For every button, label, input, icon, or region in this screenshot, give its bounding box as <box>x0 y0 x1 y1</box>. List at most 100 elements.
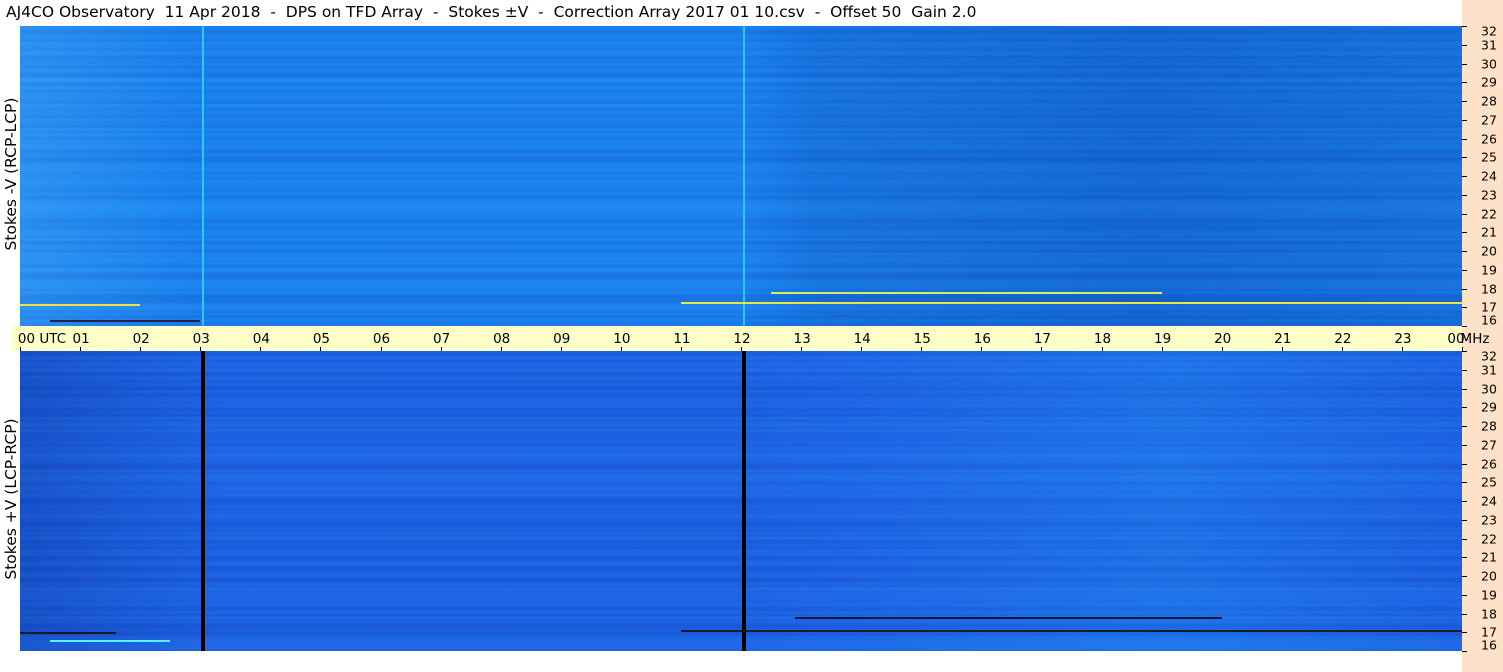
frequency-tick <box>1462 307 1467 309</box>
frequency-tick <box>1462 119 1467 121</box>
frequency-tick-label: 30 <box>1481 381 1497 396</box>
frequency-tick-label: 18 <box>1481 281 1497 296</box>
frequency-tick-label: 21 <box>1481 224 1497 240</box>
utc-tick-label: 02 <box>132 331 150 347</box>
frequency-tick-label: 20 <box>1481 243 1497 259</box>
signal-streak <box>771 292 1162 295</box>
utc-tick-label: 12 <box>733 331 751 347</box>
frequency-tick <box>1462 613 1467 615</box>
signal-streak <box>795 617 1222 620</box>
frequency-tick-label: 18 <box>1481 606 1497 621</box>
utc-tick-label: 11 <box>673 331 691 347</box>
frequency-tick-label: 25 <box>1481 149 1497 165</box>
time-marker-line <box>201 351 206 651</box>
frequency-tick-label: 28 <box>1481 93 1497 109</box>
signal-streak <box>20 303 141 306</box>
utc-tick-label: 17 <box>1033 331 1051 347</box>
utc-tick-label: 13 <box>793 331 811 347</box>
frequency-tick <box>1462 269 1467 271</box>
frequency-tick <box>1462 482 1467 484</box>
frequency-tick-label: 20 <box>1481 568 1497 584</box>
frequency-tick <box>1462 82 1467 84</box>
utc-time-axis: 00 UTC 01 02 03 04 05 06 07 08 09 10 11 12 13 14 15 16 17… <box>12 326 1489 351</box>
utc-tick-label: 14 <box>853 331 871 347</box>
frequency-tick-label: 32 <box>1481 23 1497 39</box>
utc-tick-label: 19 <box>1153 331 1172 347</box>
frequency-tick-label: 25 <box>1481 474 1497 490</box>
frequency-tick-label: 26 <box>1481 456 1497 471</box>
frequency-tick-label: 21 <box>1481 549 1497 565</box>
stokes-minus-v-spectrogram <box>20 26 1462 326</box>
frequency-tick <box>1462 232 1467 234</box>
frequency-tick <box>1462 194 1467 196</box>
frequency-tick <box>1462 576 1467 577</box>
frequency-unit-label: MHz <box>1460 331 1490 347</box>
utc-tick-label: 10 <box>613 331 631 347</box>
top-panel-label: Stokes -V (RCP-LCP) <box>2 97 20 251</box>
frequency-tick <box>1462 63 1467 65</box>
frequency-tick <box>1462 138 1467 140</box>
frequency-tick <box>1462 538 1467 540</box>
utc-tick-label: 15 <box>913 331 931 347</box>
frequency-tick-label: 31 <box>1481 37 1497 53</box>
frequency-tick <box>1462 251 1467 252</box>
bottom-panel-label: Stokes +V (LCP-RCP) <box>2 418 20 580</box>
frequency-tick <box>1462 426 1467 427</box>
frequency-tick <box>1462 632 1467 634</box>
time-marker-line <box>742 351 746 651</box>
frequency-tick-label: 27 <box>1481 112 1497 128</box>
frequency-tick-label: 16 <box>1481 312 1497 328</box>
frequency-tick <box>1462 557 1467 559</box>
signal-streak <box>680 630 1462 633</box>
frequency-tick <box>1462 388 1467 390</box>
frequency-tick-label: 28 <box>1481 418 1497 434</box>
utc-tick-label: 09 <box>553 331 571 347</box>
frequency-tick <box>1462 288 1467 290</box>
frequency-tick-label: 24 <box>1481 168 1497 184</box>
utc-tick-label: 22 <box>1334 331 1352 347</box>
frequency-tick-label: 29 <box>1481 399 1497 415</box>
utc-tick-label: 07 <box>432 331 451 347</box>
utc-tick-label: 06 <box>372 331 391 347</box>
frequency-tick-label: 32 <box>1481 348 1497 364</box>
frequency-tick <box>1462 651 1467 652</box>
utc-tick-label: 01 <box>72 331 90 347</box>
frequency-tick <box>1462 157 1467 159</box>
utc-tick-label: 20 <box>1214 331 1232 347</box>
frequency-tick <box>1462 44 1467 46</box>
utc-tick-label: 00 UTC <box>17 331 67 347</box>
frequency-tick <box>1462 519 1467 521</box>
frequency-tick-label: 31 <box>1481 362 1497 378</box>
frequency-tick <box>1462 594 1467 596</box>
spectrogram-shading <box>20 26 1462 326</box>
utc-tick-label: 03 <box>192 331 210 347</box>
frequency-tick <box>1462 351 1467 352</box>
spectrogram-shading <box>20 351 1462 651</box>
utc-tick-label: 16 <box>973 331 991 347</box>
frequency-tick-label: 22 <box>1481 206 1497 221</box>
frequency-tick-label: 23 <box>1481 512 1497 528</box>
frequency-tick <box>1462 213 1467 215</box>
frequency-tick-label: 27 <box>1481 437 1497 453</box>
utc-tick-label: 04 <box>252 331 270 347</box>
frequency-tick <box>1462 369 1467 371</box>
utc-tick-label: 18 <box>1093 331 1112 347</box>
signal-streak <box>680 301 1462 304</box>
signal-streak <box>50 639 171 642</box>
utc-tick-label: 05 <box>312 331 330 347</box>
chart-title: AJ4CO Observatory 11 Apr 2018 - DPS on T… <box>6 3 977 21</box>
frequency-tick <box>1462 176 1467 177</box>
frequency-tick-label: 24 <box>1481 493 1497 509</box>
frequency-tick-label: 22 <box>1481 531 1497 546</box>
frequency-tick <box>1462 326 1467 327</box>
frequency-tick <box>1462 463 1467 465</box>
frequency-tick-label: 30 <box>1481 56 1497 71</box>
utc-tick-label: 23 <box>1394 331 1412 347</box>
frequency-tick <box>1462 407 1467 409</box>
frequency-tick-label: 26 <box>1481 131 1497 146</box>
utc-tick-label: 08 <box>493 331 511 347</box>
time-marker-line <box>743 26 745 326</box>
utc-tick-label: 21 <box>1274 331 1292 347</box>
frequency-tick <box>1462 444 1467 446</box>
frequency-tick-label: 19 <box>1481 262 1497 278</box>
